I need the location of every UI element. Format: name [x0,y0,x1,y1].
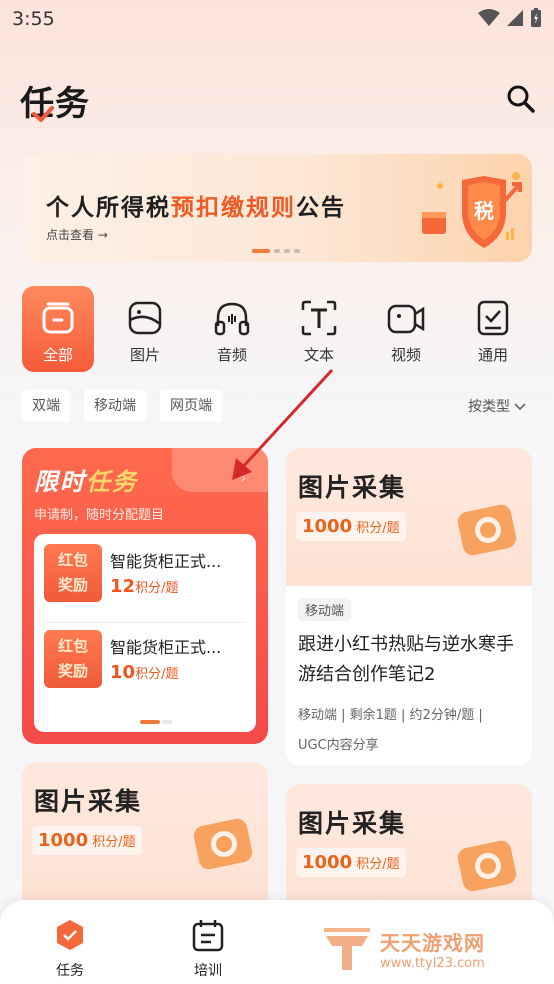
task-card[interactable]: 图片采集 1000 积分/题 移动端 跟进小红书热贴与逆水寒手游结合创作笔记2 … [286,448,532,766]
audio-icon [214,302,250,336]
image-icon [128,301,162,335]
sort-label: 按类型 [468,399,510,415]
task-type-title: 图片采集 [34,787,143,816]
task-points: 12积分/题 [110,576,179,597]
shield-label: 税 [474,199,494,223]
chevron-down-icon [514,403,527,411]
limited-task-list: 红包 奖励 智能货柜正式... 12积分/题 红包 奖励 智能货柜正式... 10积… [34,534,256,732]
nav-tasks[interactable]: 任务 [40,918,100,980]
camera-icon [457,840,517,892]
status-icons [478,8,542,28]
task-points: 1000 积分/题 [296,512,406,541]
video-icon [387,304,425,334]
tab-label: 文本 [303,346,334,364]
task-points: 10积分/题 [110,662,179,683]
task-card-hero: 图片采集 1000 积分/题 [22,762,268,900]
task-title: 跟进小红书热贴与逆水寒手游结合创作笔记2 [298,634,514,685]
task-type-title: 图片采集 [298,809,407,838]
card-tab [172,448,268,492]
filter-chip-web[interactable]: 网页端 [160,390,222,422]
watermark-name: 天天游戏网 [380,931,485,955]
battery-icon [531,8,541,27]
tab-label: 图片 [129,346,160,364]
platform-tag: 移动端 [298,598,352,621]
search-icon[interactable] [504,82,538,116]
limited-time-card[interactable]: 限时任务 › 申请制，随时分配题目 红包 奖励 智能货柜正式... 12积分/题 … [22,448,268,744]
task-name: 智能货柜正式... [110,552,222,571]
tab-label: 通用 [477,346,508,364]
sort-dropdown[interactable]: 按类型 [468,396,527,416]
task-check-icon [57,920,83,950]
task-card-hero: 图片采集 1000 积分/题 [286,448,532,586]
status-time: 3:55 [12,8,55,30]
tab-all[interactable]: 全部 [22,286,94,372]
tab-image[interactable]: 图片 [109,286,181,372]
limited-card-subtitle: 申请制，随时分配题目 [34,508,165,523]
red-packet-badge: 红包 奖励 [44,544,102,602]
nav-label: 培训 [194,963,222,979]
training-calendar-icon [192,920,224,952]
camera-icon [193,818,253,870]
list-item[interactable]: 红包 奖励 智能货柜正式... 12积分/题 [44,534,246,614]
task-category: UGC内容分享 [298,738,379,753]
watermark-logo-icon [324,928,370,970]
page-title: 任务 [20,84,90,124]
watermark-url: www.ttyl23.com [380,956,485,971]
tab-label: 音频 [216,346,247,364]
text-icon [301,300,337,336]
nav-training[interactable]: 培训 [178,918,238,980]
tab-audio[interactable]: 音频 [196,286,268,372]
tab-label: 全部 [42,346,73,364]
filter-chip-both[interactable]: 双端 [22,390,70,422]
chevron-right-icon[interactable]: › [240,468,246,487]
category-tabs: 全部 图片 音频 文本 视频 通用 [22,286,532,372]
title-check-icon [32,106,54,122]
banner-pagination [252,249,300,253]
task-card[interactable]: 图片采集 1000 积分/题 [22,762,268,922]
clipboard-check-icon [477,300,509,336]
filter-chip-mobile[interactable]: 移动端 [84,390,146,422]
signal-icon [507,10,523,26]
banner-title: 个人所得税预扣缴规则公告 [46,195,346,221]
banner-subtitle: 点击查看 → [46,228,108,242]
tab-text[interactable]: 文本 [283,286,355,372]
tab-video[interactable]: 视频 [370,286,442,372]
task-type-title: 图片采集 [298,473,407,502]
tab-label: 视频 [390,346,421,364]
wifi-icon [478,9,500,26]
list-pagination [140,720,172,724]
tax-shield-icon: 税 [422,172,522,248]
box-icon [42,302,74,334]
limited-card-title: 限时任务 [34,468,138,496]
task-meta: 移动端 | 剩余1题 | 约2分钟/题 | [298,708,483,723]
red-packet-badge: 红包 奖励 [44,630,102,688]
task-points: 1000 积分/题 [296,848,406,877]
tab-general[interactable]: 通用 [457,286,529,372]
camera-icon [457,504,517,556]
task-points: 1000 积分/题 [32,826,142,855]
announcement-banner[interactable]: 个人所得税预扣缴规则公告 点击查看 → 税 [22,154,532,262]
task-name: 智能货柜正式... [110,638,222,657]
list-item[interactable]: 红包 奖励 智能货柜正式... 10积分/题 [44,620,246,700]
nav-label: 任务 [56,963,84,979]
watermark: 天天游戏网 www.ttyl23.com [322,926,485,972]
